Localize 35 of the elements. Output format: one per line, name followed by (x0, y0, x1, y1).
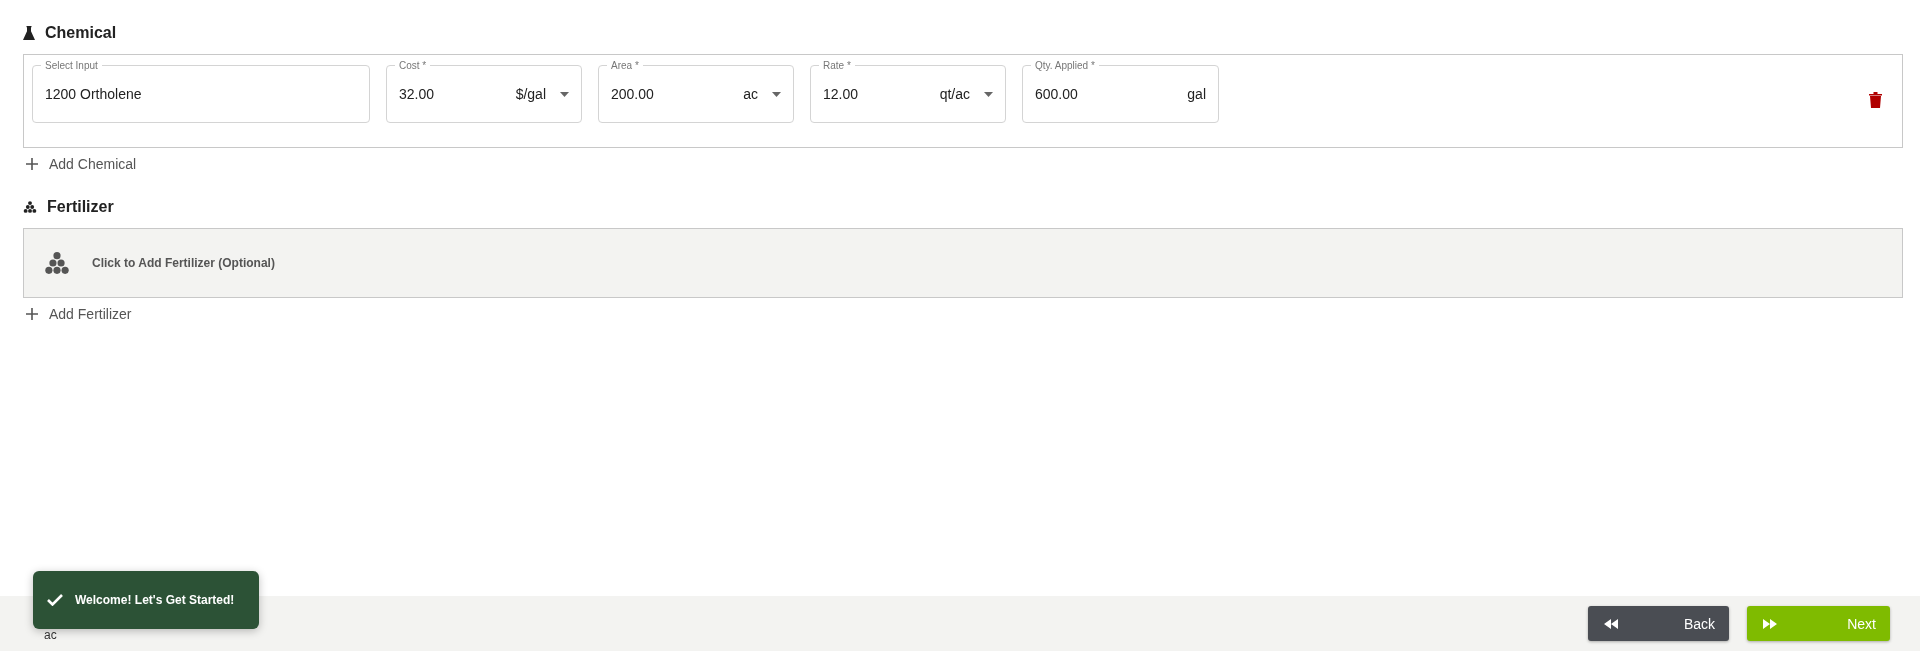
unit-label: qt/ac (939, 86, 970, 102)
field-value: 600.00 (1035, 86, 1079, 102)
plus-icon (25, 157, 39, 171)
unit-label: gal (1187, 86, 1206, 102)
plus-icon (25, 307, 39, 321)
rewind-icon (1604, 618, 1618, 629)
caret-icon (984, 91, 993, 97)
toast-message: Welcome! Let's Get Started! (75, 593, 235, 607)
add-chemical-link[interactable]: Add Chemical (23, 150, 139, 178)
summary-unit: ac (44, 627, 58, 642)
unit-label: $/gal (515, 86, 546, 102)
field-label: Select Input (41, 59, 102, 72)
section-title: Fertilizer (47, 198, 114, 216)
back-button[interactable]: Back (1588, 606, 1729, 641)
caret-icon (560, 91, 569, 97)
section-title: Chemical (45, 24, 117, 42)
add-fertilizer-link[interactable]: Add Fertilizer (23, 300, 134, 328)
add-fertilizer-panel[interactable]: Click to Add Fertilizer (Optional) (23, 228, 1903, 298)
field-value: 32.00 (399, 86, 436, 102)
dots-icon (23, 200, 37, 214)
check-icon (47, 594, 63, 606)
field-value: 12.00 (823, 86, 860, 102)
field-label: Area * (607, 59, 643, 72)
field-label: Cost * (395, 59, 431, 72)
field-value: 1200 Ortholene (45, 86, 143, 102)
field-label: Qty. Applied * (1031, 59, 1099, 72)
prompt-text: Click to Add Fertilizer (Optional) (92, 256, 275, 270)
unit-label: ac (743, 86, 758, 102)
caret-icon (772, 91, 781, 97)
dots-icon (44, 250, 70, 276)
field-value: 200.00 (611, 86, 655, 102)
trash-icon[interactable] (1869, 92, 1882, 108)
flask-icon (23, 26, 35, 40)
field-label: Rate * (819, 59, 855, 72)
fast-forward-icon (1763, 618, 1777, 629)
